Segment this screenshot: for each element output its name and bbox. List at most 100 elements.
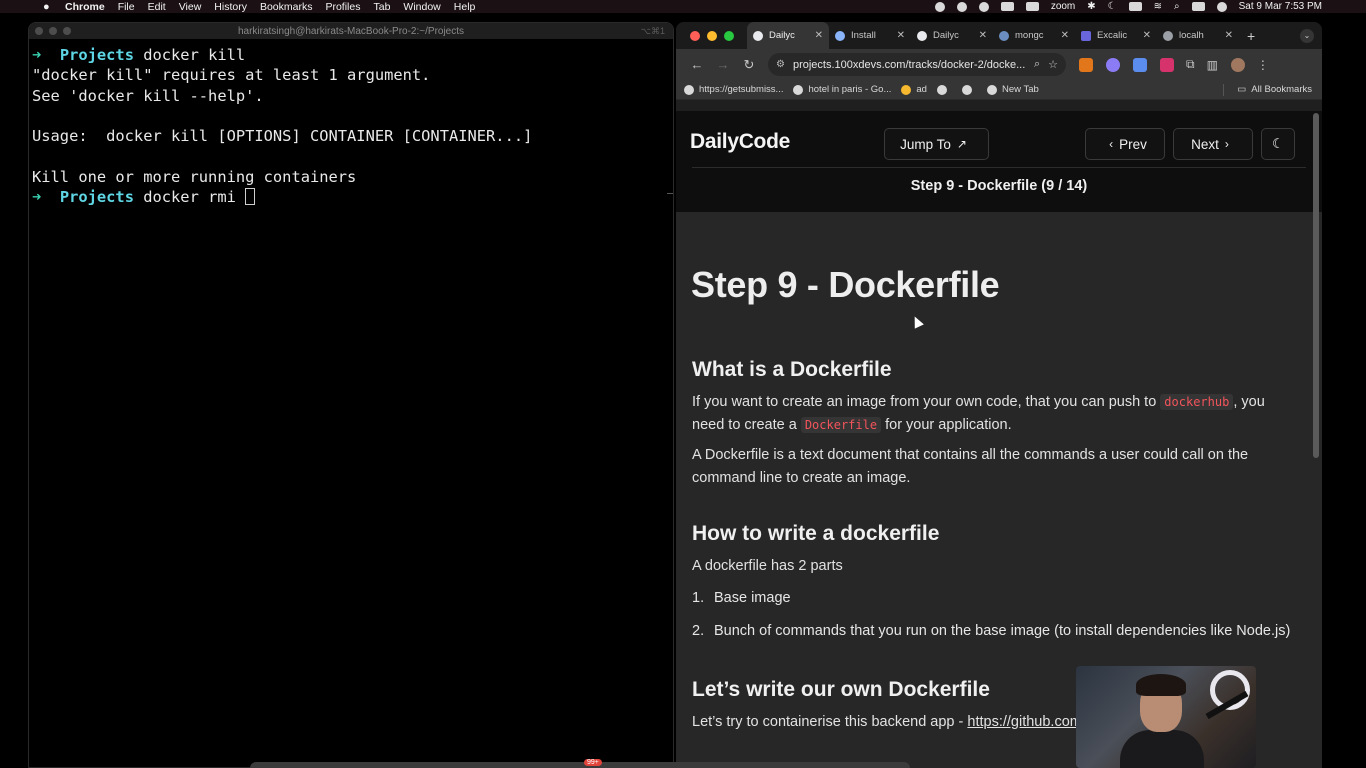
extension-icon[interactable] [1160,57,1174,72]
webcam-overlay [1076,666,1256,768]
page-scrollbar[interactable] [1313,113,1319,458]
back-icon[interactable]: ← [684,57,710,72]
bookmark-item[interactable]: New Tab [986,84,1039,95]
close-tab-icon[interactable]: ✕ [1061,30,1069,41]
extension-icon[interactable] [1106,57,1120,72]
status-icon[interactable] [978,1,989,12]
status-icon[interactable] [1000,2,1014,11]
minimize-window-button[interactable] [707,30,717,41]
close-tab-icon[interactable]: ✕ [815,30,823,41]
article-title: Step 9 - Dockerfile [691,264,1000,305]
bookmarks-bar: https://getsubmiss... hotel in paris - G… [676,80,1322,100]
zoom-window-button[interactable] [724,30,734,41]
google-icon [793,84,804,95]
menu-file[interactable]: File [118,1,135,13]
tab-label: mongc [1015,30,1044,41]
bookmark-item[interactable] [961,84,977,95]
terminal-output[interactable]: ➜ Projects docker kill "docker kill" req… [29,39,673,213]
extension-icon[interactable] [1133,57,1147,72]
globe-favicon-icon [1163,30,1173,41]
jump-to-button[interactable]: Jump To ↗ [884,128,989,160]
prompt-arrow-icon: ➜ [32,46,42,64]
extensions-puzzle-icon[interactable]: ⧉ [1186,57,1195,72]
status-icon[interactable] [1025,2,1039,11]
theme-toggle-button[interactable]: ☾ [1261,128,1295,160]
dailycode-favicon-icon [917,30,927,41]
menu-clock[interactable]: Sat 9 Mar 7:53 PM [1239,1,1322,12]
profile-avatar[interactable] [1230,57,1245,72]
menu-history[interactable]: History [214,1,247,13]
address-bar[interactable]: ⚙ projects.100xdevs.com/tracks/docker-2/… [768,53,1066,76]
bookmark-star-icon[interactable]: ☆ [1048,58,1058,71]
zoom-icon[interactable]: ⌕ [1034,58,1040,71]
bookmark-item[interactable]: hotel in paris - Go... [793,84,891,95]
search-icon[interactable]: ⌕ [1174,1,1180,12]
control-center-icon[interactable] [1191,2,1205,11]
zoom-status-label[interactable]: zoom [1051,1,1075,12]
chrome-window[interactable]: Dailyc ✕ Install ✕ Dailyc ✕ mongc ✕ Exca… [676,22,1322,768]
bookmark-item[interactable]: ad [901,84,927,95]
reload-icon[interactable]: ↻ [736,57,762,73]
terminal-line: Kill one or more running containers [32,167,357,186]
browser-tab[interactable]: mongc ✕ [993,22,1075,49]
menu-window[interactable]: Window [403,1,440,13]
browser-tab[interactable]: Dailyc ✕ [747,22,829,49]
side-panel-icon[interactable]: ▥ [1207,58,1218,72]
menu-kebab-icon[interactable]: ⋮ [1257,58,1269,72]
dailycode-favicon-icon [753,30,763,41]
close-window-button[interactable] [690,30,700,41]
globe-icon [986,84,997,95]
status-icon[interactable] [934,1,945,12]
bookmark-item[interactable] [936,84,952,95]
globe-icon [684,84,694,95]
terminal-command[interactable]: docker rmi [134,188,245,206]
wifi-icon[interactable]: ≋ [1154,1,1162,12]
tab-search-icon[interactable]: ⌄ [1300,28,1314,43]
menu-edit[interactable]: Edit [148,1,166,13]
browser-toolbar: ← → ↻ ⚙ projects.100xdevs.com/tracks/doc… [676,49,1322,80]
menu-profiles[interactable]: Profiles [325,1,360,13]
forward-icon[interactable]: → [710,57,736,72]
next-button[interactable]: Next › [1173,128,1253,160]
apple-menu-icon[interactable]: ● [43,1,57,13]
all-bookmarks-button[interactable]: ▭ All Bookmarks [1237,84,1312,95]
close-tab-icon[interactable]: ✕ [1143,30,1151,41]
status-icon[interactable] [956,1,967,12]
new-tab-icon[interactable]: + [1247,28,1255,44]
menu-bookmarks[interactable]: Bookmarks [260,1,313,13]
list-item: 2. Bunch of commands that you run on the … [692,623,1291,639]
site-settings-icon[interactable]: ⚙ [776,59,785,70]
menu-view[interactable]: View [179,1,202,13]
bookmark-item[interactable]: https://getsubmiss... [684,84,783,95]
moon-icon[interactable]: ☾ [1108,1,1117,12]
prev-button[interactable]: ‹ Prev [1085,128,1165,160]
browser-tab[interactable]: localh ✕ [1157,22,1239,49]
siri-icon[interactable] [1216,1,1227,12]
site-logo[interactable]: DailyCode [690,130,790,154]
terminal-title: harkiratsingh@harkirats-MacBook-Pro-2:~/… [237,25,465,37]
url-text[interactable]: projects.100xdevs.com/tracks/docker-2/do… [793,59,1026,71]
docker-favicon-icon [835,30,845,41]
mongo-favicon-icon [999,30,1009,41]
chevron-right-icon: › [1224,137,1229,151]
battery-icon[interactable] [1128,2,1142,11]
terminal-window[interactable]: harkiratsingh@harkirats-MacBook-Pro-2:~/… [28,22,674,768]
browser-tab[interactable]: Dailyc ✕ [911,22,993,49]
browser-tab[interactable]: Install ✕ [829,22,911,49]
menu-help[interactable]: Help [454,1,476,13]
terminal-titlebar[interactable]: harkiratsingh@harkirats-MacBook-Pro-2:~/… [29,23,673,39]
browser-tab[interactable]: Excalic ✕ [1075,22,1157,49]
close-tab-icon[interactable]: ✕ [979,30,987,41]
prompt-directory: Projects [59,46,134,64]
terminal-line: "docker kill" requires at least 1 argume… [32,66,431,85]
presenter-body [1120,730,1204,768]
bluetooth-icon[interactable]: ✱ [1087,1,1095,12]
close-tab-icon[interactable]: ✕ [897,30,905,41]
close-tab-icon[interactable]: ✕ [1225,30,1233,41]
metamask-extension-icon[interactable] [1079,57,1093,72]
dock[interactable]: 99+ [250,759,910,768]
menu-app-name[interactable]: Chrome [65,1,105,13]
paragraph: A dockerfile has 2 parts [692,558,843,574]
menu-tab[interactable]: Tab [373,1,390,13]
tab-label: Dailyc [933,30,959,41]
